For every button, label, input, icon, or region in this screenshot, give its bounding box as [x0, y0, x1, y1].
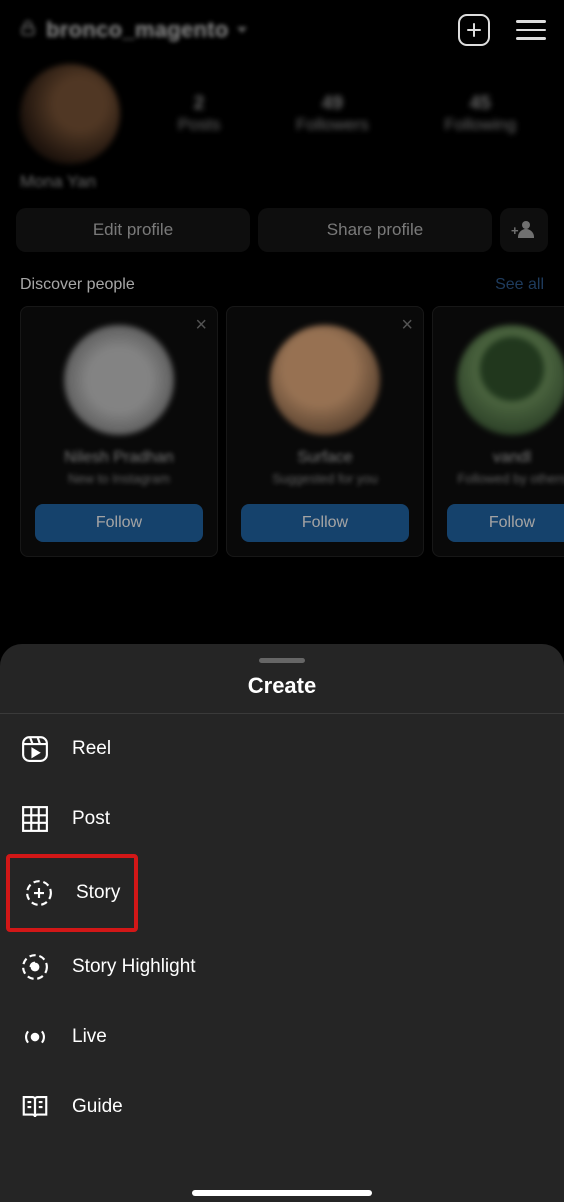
- card-sub: Suggested for you: [272, 471, 378, 486]
- highlight-icon: [20, 952, 50, 982]
- menu-button[interactable]: [516, 20, 546, 40]
- stat-followers[interactable]: 49 Followers: [296, 93, 369, 135]
- avatar[interactable]: [20, 64, 120, 164]
- sheet-item-label: Post: [72, 808, 110, 830]
- add-friend-icon: +: [514, 221, 534, 239]
- card-name: Surface: [297, 449, 352, 467]
- sheet-item-label: Live: [72, 1026, 107, 1048]
- create-bottom-sheet: Create Reel Post Story: [0, 644, 564, 1202]
- stat-followers-count: 49: [296, 93, 369, 115]
- suggestion-card: × Surface Suggested for you Follow: [226, 306, 424, 557]
- profile-stats-row: 2 Posts 49 Followers 45 Following: [0, 54, 564, 164]
- suggestion-card: × Nilesh Pradhan New to Instagram Follow: [20, 306, 218, 557]
- sheet-item-guide[interactable]: Guide: [0, 1072, 564, 1142]
- profile-actions: Edit profile Share profile +: [0, 208, 564, 252]
- close-icon[interactable]: ×: [195, 315, 207, 335]
- stat-following-count: 45: [444, 93, 516, 115]
- stat-posts[interactable]: 2 Posts: [178, 93, 221, 135]
- sheet-title: Create: [0, 673, 564, 714]
- guide-icon: [20, 1092, 50, 1122]
- sheet-item-label: Story Highlight: [72, 956, 196, 978]
- follow-button[interactable]: Follow: [447, 504, 564, 542]
- stat-posts-label: Posts: [178, 115, 221, 135]
- discover-people-button[interactable]: +: [500, 208, 548, 252]
- card-sub: New to Instagram: [68, 471, 170, 486]
- suggestion-card: vandl Followed by others Follow: [432, 306, 564, 557]
- display-name: Mona Yan: [0, 164, 564, 208]
- sheet-item-label: Guide: [72, 1096, 123, 1118]
- sheet-item-label: Story: [76, 882, 120, 904]
- home-indicator: [192, 1190, 372, 1196]
- live-icon: [20, 1022, 50, 1052]
- sheet-item-reel[interactable]: Reel: [0, 714, 564, 784]
- username-dropdown[interactable]: bronco_magento: [18, 17, 247, 43]
- sheet-item-live[interactable]: Live: [0, 1002, 564, 1072]
- follow-button[interactable]: Follow: [241, 504, 409, 542]
- discover-header: Discover people See all: [0, 252, 564, 306]
- story-icon: [24, 878, 54, 908]
- sheet-item-story-highlight[interactable]: Story Highlight: [0, 932, 564, 1002]
- discover-title: Discover people: [20, 276, 135, 294]
- stat-posts-count: 2: [178, 93, 221, 115]
- share-profile-button[interactable]: Share profile: [258, 208, 492, 252]
- lock-icon: [18, 18, 38, 43]
- sheet-item-post[interactable]: Post: [0, 784, 564, 854]
- avatar[interactable]: [457, 325, 564, 435]
- stat-followers-label: Followers: [296, 115, 369, 135]
- avatar[interactable]: [64, 325, 174, 435]
- see-all-link[interactable]: See all: [495, 276, 544, 294]
- sheet-grabber[interactable]: [259, 658, 305, 663]
- grid-icon: [20, 804, 50, 834]
- username-label: bronco_magento: [46, 17, 229, 43]
- create-button[interactable]: [458, 14, 490, 46]
- sheet-item-story[interactable]: Story: [6, 854, 138, 932]
- sheet-item-label: Reel: [72, 738, 111, 760]
- follow-button[interactable]: Follow: [35, 504, 203, 542]
- stat-following-label: Following: [444, 115, 516, 135]
- edit-profile-button[interactable]: Edit profile: [16, 208, 250, 252]
- stat-following[interactable]: 45 Following: [444, 93, 516, 135]
- avatar[interactable]: [270, 325, 380, 435]
- suggestion-cards: × Nilesh Pradhan New to Instagram Follow…: [0, 306, 564, 557]
- close-icon[interactable]: ×: [401, 315, 413, 335]
- card-name: Nilesh Pradhan: [64, 449, 173, 467]
- profile-header: bronco_magento: [0, 0, 564, 54]
- chevron-down-icon: [237, 27, 247, 33]
- card-sub: Followed by others: [457, 471, 564, 486]
- card-name: vandl: [493, 449, 531, 467]
- reel-icon: [20, 734, 50, 764]
